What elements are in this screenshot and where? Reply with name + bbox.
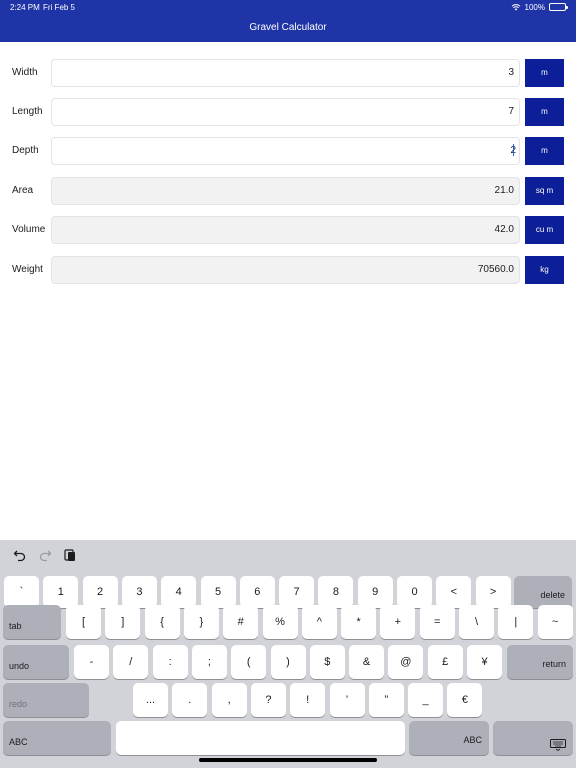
status-time: 2:24 PM xyxy=(10,3,40,12)
depth-row: Depth 2 m xyxy=(0,137,576,165)
volume-label: Volume xyxy=(12,224,46,235)
status-date: Fri Feb 5 xyxy=(43,3,76,12)
key-row3-8[interactable]: @ xyxy=(388,645,424,679)
key-row2-10[interactable]: \ xyxy=(459,605,494,639)
weight-unit-button[interactable]: kg xyxy=(525,256,564,284)
abc-key-left[interactable]: ABC xyxy=(3,721,111,755)
width-label: Width xyxy=(12,67,38,78)
key-row3-0[interactable]: - xyxy=(74,645,109,679)
key-row4-4[interactable]: ! xyxy=(290,683,326,717)
key-row1-12[interactable]: > xyxy=(475,576,511,608)
key-row1-6[interactable]: 6 xyxy=(239,576,275,608)
key-row3-9[interactable]: £ xyxy=(427,645,463,679)
navigation-bar: 2:24 PM Fri Feb 5 100% Gravel Calculator xyxy=(0,0,576,42)
battery-percent: 100% xyxy=(524,2,545,12)
key-row3-1[interactable]: / xyxy=(113,645,149,679)
keyboard: ` 1 2 3 4 5 6 7 8 9 0 < > delete tab []{} #% ^ * + = \ | ~ u… xyxy=(0,540,576,768)
key-row1-9[interactable]: 9 xyxy=(357,576,393,608)
key-row3-3[interactable]: ; xyxy=(191,645,227,679)
volume-field: 42.0 xyxy=(51,216,520,244)
redo-icon[interactable] xyxy=(38,548,52,562)
status-indicators: 100% xyxy=(511,2,568,12)
battery-icon xyxy=(549,3,568,11)
key-row3-7[interactable]: & xyxy=(349,645,385,679)
area-row: Area 21.0 sq m xyxy=(0,177,576,205)
key-row1-0[interactable]: ` xyxy=(4,576,39,608)
key-row2-2[interactable]: { xyxy=(144,605,180,639)
text-cursor xyxy=(513,144,514,157)
key-row2-1[interactable]: ] xyxy=(105,605,141,639)
delete-key[interactable]: delete xyxy=(514,576,572,608)
key-row4-6[interactable]: ” xyxy=(368,683,404,717)
width-row: Width 3 m xyxy=(0,59,576,87)
key-row1-8[interactable]: 8 xyxy=(318,576,354,608)
key-row3-5[interactable]: ) xyxy=(270,645,306,679)
key-row3-4[interactable]: ( xyxy=(231,645,267,679)
key-row2-8[interactable]: + xyxy=(380,605,416,639)
weight-field: 70560.0 xyxy=(51,256,520,284)
key-row1-1[interactable]: 1 xyxy=(43,576,79,608)
key-row4-7[interactable]: _ xyxy=(408,683,444,717)
weight-label: Weight xyxy=(12,264,43,275)
wifi-icon xyxy=(511,4,520,11)
length-field[interactable]: 7 xyxy=(51,98,520,126)
home-indicator xyxy=(199,758,377,762)
key-row2-0[interactable]: [ xyxy=(66,605,101,639)
length-unit-button[interactable]: m xyxy=(525,98,564,126)
key-row3-6[interactable]: $ xyxy=(309,645,345,679)
area-label: Area xyxy=(12,185,34,196)
page-title: Gravel Calculator xyxy=(249,22,327,33)
key-row1-7[interactable]: 7 xyxy=(279,576,315,608)
width-unit-button[interactable]: m xyxy=(525,59,564,87)
depth-unit-button[interactable]: m xyxy=(525,137,564,165)
key-row4-1[interactable]: . xyxy=(172,683,208,717)
tab-key[interactable]: tab xyxy=(3,605,61,639)
length-label: Length xyxy=(12,106,43,117)
keyboard-dismiss-key[interactable] xyxy=(493,721,573,755)
redo-key[interactable]: redo xyxy=(3,683,89,717)
key-row2-3[interactable]: } xyxy=(183,605,219,639)
key-row1-11[interactable]: < xyxy=(436,576,472,608)
volume-unit-button[interactable]: cu m xyxy=(525,216,564,244)
key-row2-5[interactable]: % xyxy=(262,605,298,639)
key-row4-5[interactable]: ’ xyxy=(329,683,365,717)
key-row4-3[interactable]: ? xyxy=(250,683,286,717)
key-row2-11[interactable]: | xyxy=(498,605,534,639)
key-row1-10[interactable]: 0 xyxy=(397,576,432,608)
width-field[interactable]: 3 xyxy=(51,59,520,87)
key-row1-2[interactable]: 2 xyxy=(82,576,118,608)
depth-field[interactable]: 2 xyxy=(51,137,520,165)
key-row2-9[interactable]: = xyxy=(419,605,455,639)
key-row1-3[interactable]: 3 xyxy=(121,576,157,608)
key-row3-10[interactable]: ¥ xyxy=(467,645,502,679)
key-row2-6[interactable]: ^ xyxy=(301,605,337,639)
undo-key[interactable]: undo xyxy=(3,645,69,679)
undo-icon[interactable] xyxy=(13,548,27,562)
key-row2-12[interactable]: ~ xyxy=(537,605,573,639)
area-unit-button[interactable]: sq m xyxy=(525,177,564,205)
weight-row: Weight 70560.0 kg xyxy=(0,256,576,284)
key-row2-7[interactable]: * xyxy=(341,605,377,639)
keyboard-toolbar xyxy=(0,540,576,572)
key-row4-2[interactable]: , xyxy=(211,683,247,717)
depth-label: Depth xyxy=(12,145,39,156)
abc-key-right[interactable]: ABC xyxy=(409,721,489,755)
keyboard-dismiss-icon xyxy=(550,739,566,751)
length-row: Length 7 m xyxy=(0,98,576,126)
volume-row: Volume 42.0 cu m xyxy=(0,216,576,244)
paste-icon[interactable] xyxy=(63,548,77,562)
key-row1-4[interactable]: 4 xyxy=(161,576,197,608)
key-row4-0[interactable]: ... xyxy=(133,683,168,717)
return-key[interactable]: return xyxy=(507,645,573,679)
key-row2-4[interactable]: # xyxy=(223,605,259,639)
space-key[interactable] xyxy=(116,721,405,755)
key-row1-5[interactable]: 5 xyxy=(200,576,236,608)
key-row4-8[interactable]: € xyxy=(447,683,483,717)
area-field: 21.0 xyxy=(51,177,520,205)
key-row3-2[interactable]: : xyxy=(152,645,188,679)
